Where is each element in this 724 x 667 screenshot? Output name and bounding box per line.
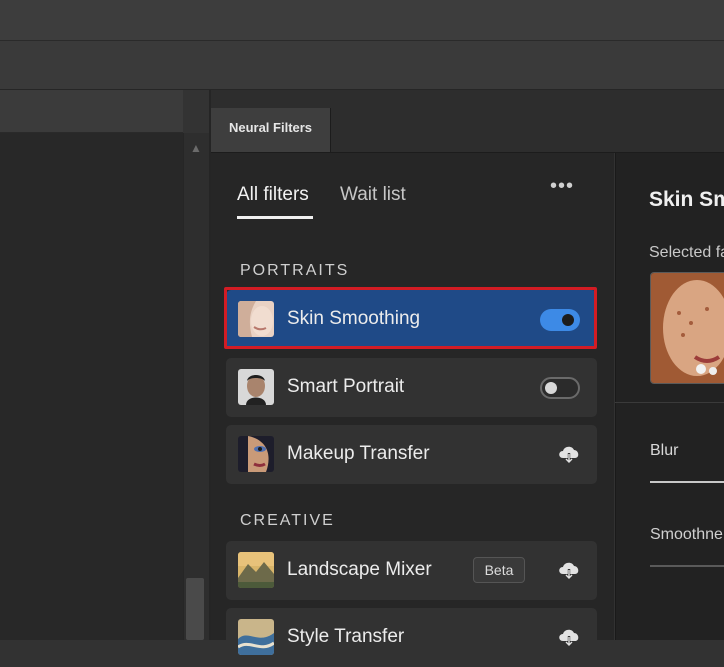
detail-separator [615,402,724,403]
tab-neural-filters[interactable]: Neural Filters [211,108,331,152]
filter-item-smart-portrait[interactable]: Smart Portrait [226,358,597,417]
style-transfer-thumbnail [238,619,274,655]
cloud-download-icon[interactable] [557,626,581,648]
options-bar [0,41,724,90]
ellipsis-icon[interactable]: ••• [548,176,576,200]
smoothness-label: Smoothne [650,526,723,543]
app-title-bar [0,0,724,41]
filter-label: Makeup Transfer [287,443,430,464]
tab-wait-list[interactable]: Wait list [340,184,406,210]
makeup-transfer-thumbnail [238,436,274,472]
filter-label: Style Transfer [287,626,405,647]
document-tab-strip [0,90,183,133]
landscape-mixer-thumbnail [238,552,274,588]
filter-item-landscape-mixer[interactable]: Landscape Mixer Beta [226,541,597,600]
blur-label: Blur [650,442,679,459]
toggle-knob [545,382,557,394]
filter-item-style-transfer[interactable]: Style Transfer [226,608,597,667]
blur-slider-track[interactable] [650,481,724,483]
selected-face-thumbnail[interactable] [650,272,724,384]
scroll-up-icon[interactable]: ▲ [183,138,209,158]
active-tab-indicator [237,216,313,219]
canvas[interactable] [0,133,183,640]
highlight-outline [224,287,597,349]
tab-all-filters[interactable]: All filters [237,184,309,210]
smart-portrait-toggle[interactable] [540,377,580,399]
smoothness-slider-track[interactable] [650,565,724,567]
filter-label: Smart Portrait [287,376,405,397]
beta-badge: Beta [473,557,525,583]
cloud-download-icon[interactable] [557,443,581,465]
vertical-scrollbar[interactable] [183,133,210,640]
cloud-download-icon[interactable] [557,559,581,581]
smart-portrait-thumbnail [238,369,274,405]
filter-label: Landscape Mixer [287,559,432,580]
scrollbar-thumb[interactable] [186,578,204,640]
selected-face-label: Selected fa [649,244,724,261]
section-heading-portraits: PORTRAITS [240,262,350,279]
detail-title: Skin Sm [649,188,724,211]
filter-item-makeup-transfer[interactable]: Makeup Transfer [226,425,597,484]
section-heading-creative: CREATIVE [240,512,335,529]
